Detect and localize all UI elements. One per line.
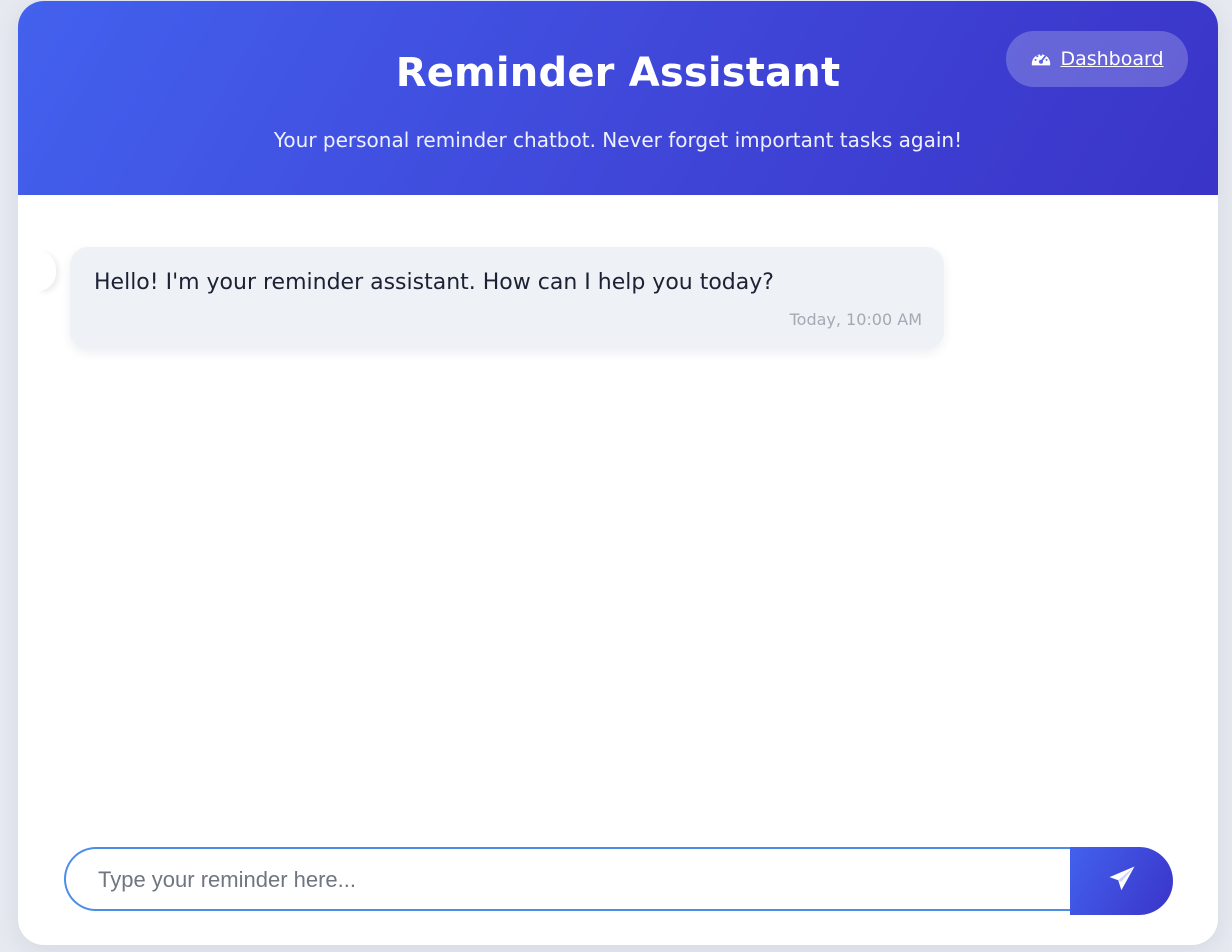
chat-card: Reminder Assistant Your personal reminde… [18,1,1218,945]
page-subtitle: Your personal reminder chatbot. Never fo… [273,128,963,152]
dashboard-button[interactable]: Dashboard [1006,31,1188,87]
chat-messages[interactable]: Hello! I'm your reminder assistant. How … [18,195,1218,815]
message-timestamp: Today, 10:00 AM [789,310,922,329]
gauge-icon [1030,48,1052,70]
reminder-input-wrapper [64,847,1070,911]
paper-plane-icon [1107,864,1137,898]
header: Reminder Assistant Your personal reminde… [18,1,1218,195]
dashboard-label: Dashboard [1060,48,1164,70]
bot-message: Hello! I'm your reminder assistant. How … [70,247,944,349]
message-text: Hello! I'm your reminder assistant. How … [94,270,774,295]
bot-avatar [38,251,56,291]
reminder-input[interactable] [96,849,1060,911]
send-button[interactable] [1070,847,1173,915]
